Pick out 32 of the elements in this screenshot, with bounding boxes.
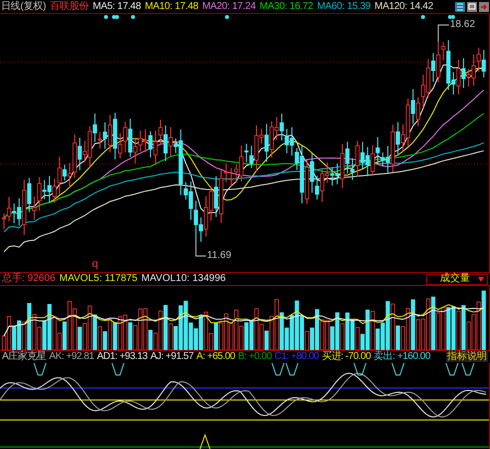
low-price-label: 11.69: [207, 251, 232, 261]
volume-value: MAVOL10: 134996: [141, 274, 226, 284]
leader-line: [195, 237, 206, 256]
volume-value: MAVOL5: 117875: [59, 274, 138, 284]
stock-name: 百联股份: [50, 2, 89, 12]
grid-icon[interactable]: [455, 2, 465, 12]
indicator-value: AD1: +93.13: [96, 352, 148, 362]
indicator-value: A: +65.00: [196, 352, 235, 362]
indicator-value: AJ: +91.57: [150, 352, 194, 362]
moving-average-value: MA5: 17.48: [92, 2, 141, 12]
volume-value: 总手: 92606: [2, 274, 56, 284]
indicator-value: 买进: -70.00: [322, 352, 371, 362]
high-price-label: 18.62: [450, 20, 476, 30]
indicator-value: 卖出: +160.00: [374, 352, 430, 362]
leader-line: [438, 24, 450, 42]
moving-average-value: MA10: 17.48: [144, 2, 198, 12]
moving-average-value: MA120: 14.42: [374, 2, 434, 12]
indicator-help-button[interactable]: 指标说明: [446, 352, 488, 362]
indicator-value: C1: +80.00: [274, 352, 319, 362]
moving-average-value: MA20: 17.24: [202, 2, 256, 12]
marker-label: q: [92, 259, 98, 270]
chart-period-label: 日线(复权): [1, 2, 46, 12]
moving-average-value: MA60: 15.39: [317, 2, 370, 12]
indicator-value: AK: +92.81: [49, 352, 94, 362]
close-icon[interactable]: [479, 2, 489, 12]
buy-signal-drawing: [200, 434, 210, 449]
indicator-name: A庄家克星: [2, 352, 46, 362]
indicator-dropdown[interactable]: 成交量: [426, 274, 488, 284]
restore-icon[interactable]: [467, 2, 477, 12]
moving-average-value: MA30: 16.72: [260, 2, 314, 12]
indicator-value: B: +0.00: [238, 352, 272, 362]
dropdown-arrow-icon: [478, 276, 484, 282]
